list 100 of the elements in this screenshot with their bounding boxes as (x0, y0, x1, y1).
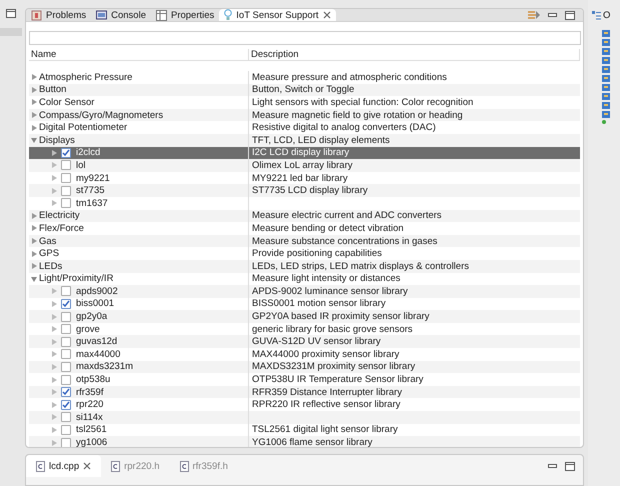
category-name[interactable]: Color Sensor (39, 96, 94, 108)
library-name[interactable]: my9221 (76, 172, 110, 184)
category-description: Measure electric current and ADC converters (251, 210, 442, 222)
library-name[interactable]: si114x (76, 412, 103, 423)
library-name[interactable]: i2clcd (76, 147, 100, 158)
category-description: Measure magnetic field to give rotation or heading (251, 110, 463, 121)
checkbox[interactable] (61, 186, 71, 196)
checkbox[interactable] (61, 286, 71, 296)
minimize-icon[interactable] (548, 464, 557, 468)
close-icon[interactable] (322, 11, 331, 19)
collapsed-arrow-icon[interactable] (31, 212, 37, 219)
view-tab[interactable]: Problems (26, 9, 92, 21)
checkbox[interactable] (61, 324, 71, 334)
library-name[interactable]: rpr220 (76, 399, 104, 410)
collapsed-arrow-icon[interactable] (31, 263, 37, 270)
category-name[interactable]: Flex/Force (39, 222, 84, 234)
library-description: GUVA-S12D UV sensor library (251, 336, 381, 348)
category-name[interactable]: Button (39, 84, 66, 96)
category-description: Resistive digital to analog converters (DAC) (251, 122, 436, 134)
library-name[interactable]: gp2y0a (76, 311, 108, 322)
category-name[interactable]: Atmospheric Pressure (39, 72, 132, 83)
collapsed-arrow-icon[interactable] (31, 99, 37, 106)
library-description: TSL2561 digital light sensor library (251, 424, 398, 436)
filter-field[interactable] (29, 31, 581, 45)
checkbox[interactable] (61, 362, 71, 372)
collapsed-arrow-icon[interactable] (31, 238, 37, 244)
category-description: TFT, LCD, LED display elements (251, 134, 390, 146)
library-name[interactable]: tm1637 (76, 198, 108, 209)
checkbox[interactable] (61, 412, 71, 422)
library-name[interactable]: apds9002 (76, 286, 118, 297)
checkbox[interactable] (61, 312, 71, 322)
checkbox[interactable] (61, 336, 71, 347)
outline-icon (592, 11, 601, 20)
column-header[interactable]: Name (29, 49, 249, 60)
library-name[interactable]: guvas12d (76, 336, 118, 348)
checkbox[interactable] (61, 160, 71, 170)
library-name[interactable]: biss0001 (76, 298, 114, 310)
checkbox[interactable] (61, 424, 71, 435)
dot-icon (602, 120, 606, 124)
category-description: Measure substance concentrations in gases (251, 236, 438, 247)
library-description: YG1006 flame sensor library (251, 437, 372, 447)
expanded-arrow-icon[interactable] (31, 137, 37, 144)
library-name[interactable]: rfr359f (76, 386, 104, 398)
library-description: Olimex LoL array library (251, 160, 352, 171)
checkbox[interactable] (61, 148, 71, 158)
library-name[interactable]: st7735 (76, 185, 105, 196)
close-icon[interactable] (83, 462, 92, 470)
library-description: MAXDS3231M proximity sensor library (251, 361, 416, 372)
library-name[interactable]: otp538u (76, 374, 110, 386)
checkbox[interactable] (61, 173, 71, 184)
outline-tab[interactable]: O (592, 10, 620, 21)
category-description: Measure pressure and atmospheric conditions (251, 72, 447, 83)
maximize-icon[interactable] (6, 9, 16, 18)
library-description: generic library for basic grove sensors (251, 324, 413, 335)
category-name[interactable]: LEDs (39, 260, 62, 272)
selected-row[interactable]: i2clcd I2C LCD display library (29, 146, 580, 160)
maximize-icon[interactable] (565, 462, 575, 470)
library-name[interactable]: grove (76, 324, 100, 335)
checkbox[interactable] (61, 400, 71, 410)
category-name[interactable]: GPS (39, 248, 60, 260)
collapsed-arrow-icon[interactable] (31, 225, 37, 232)
editor-tab[interactable]: lcd.cpp (26, 455, 102, 477)
c-file-icon (180, 460, 188, 472)
c-file-icon (111, 460, 120, 472)
view-tab[interactable]: Console (91, 9, 151, 21)
library-name[interactable]: yg1006 (76, 437, 108, 447)
minimize-icon[interactable] (548, 13, 557, 17)
category-name[interactable]: Displays (39, 134, 75, 146)
collapsed-arrow-icon[interactable] (31, 124, 37, 131)
checkbox[interactable] (61, 298, 71, 309)
view-tab[interactable]: IoT Sensor Support (219, 9, 336, 21)
category-name[interactable]: Digital Potentiometer (39, 122, 128, 134)
library-name[interactable]: maxds3231m (76, 361, 134, 372)
column-header[interactable]: Description (249, 49, 580, 60)
checkbox[interactable] (61, 198, 71, 208)
library-name[interactable]: lol (76, 160, 86, 171)
category-description: Measure light intensity or distances (251, 273, 400, 284)
checkbox[interactable] (61, 438, 71, 447)
maximize-icon[interactable] (565, 10, 575, 20)
library-name[interactable]: tsl2561 (76, 424, 107, 436)
view-tab[interactable]: Properties (150, 9, 220, 21)
library-name[interactable]: max44000 (76, 348, 120, 360)
collapsed-arrow-icon[interactable] (31, 86, 37, 93)
checkbox[interactable] (61, 349, 71, 360)
view-menu-icon[interactable] (528, 10, 540, 20)
expanded-arrow-icon[interactable] (31, 276, 37, 282)
library-description: I2C LCD display library (251, 147, 350, 158)
collapsed-arrow-icon[interactable] (31, 250, 37, 257)
category-name[interactable]: Light/Proximity/IR (39, 273, 114, 284)
category-name[interactable]: Gas (39, 236, 56, 247)
category-description: Provide positioning capabilities (251, 248, 382, 260)
problems-icon (31, 10, 42, 20)
category-name[interactable]: Electricity (39, 210, 80, 222)
category-name[interactable]: Compass/Gyro/Magnometers (39, 110, 164, 121)
collapsed-arrow-icon[interactable] (31, 74, 37, 80)
collapsed-arrow-icon[interactable] (31, 112, 37, 118)
checkbox[interactable] (61, 387, 71, 398)
library-description: BISS0001 motion sensor library (251, 298, 386, 310)
checkbox[interactable] (61, 374, 71, 385)
library-description: APDS-9002 luminance sensor library (251, 286, 408, 297)
